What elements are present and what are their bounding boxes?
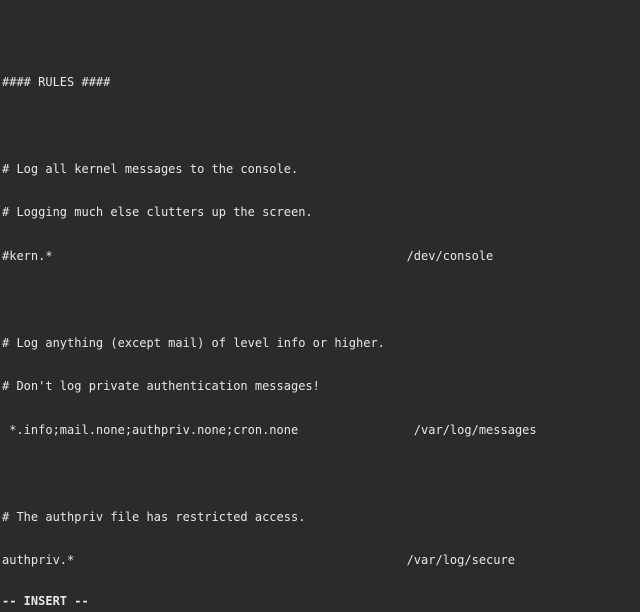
config-line: # Don't log private authentication messa…: [2, 379, 638, 394]
config-line: [2, 597, 638, 612]
config-line: #### RULES ####: [2, 75, 638, 90]
config-line: [2, 292, 638, 307]
config-line: authpriv.* /var/log/secure: [2, 553, 638, 568]
config-line: *.info;mail.none;authpriv.none;cron.none…: [2, 423, 638, 438]
config-line: # Log anything (except mail) of level in…: [2, 336, 638, 351]
config-line: # Logging much else clutters up the scre…: [2, 205, 638, 220]
config-line: # Log all kernel messages to the console…: [2, 162, 638, 177]
terminal-window[interactable]: #### RULES #### # Log all kernel message…: [0, 0, 640, 612]
config-line: [2, 118, 638, 133]
config-line: [2, 466, 638, 481]
vim-status-line: -- INSERT --: [2, 594, 89, 609]
config-line: [2, 31, 638, 46]
config-line: #kern.* /dev/console: [2, 249, 638, 264]
config-line: # The authpriv file has restricted acces…: [2, 510, 638, 525]
